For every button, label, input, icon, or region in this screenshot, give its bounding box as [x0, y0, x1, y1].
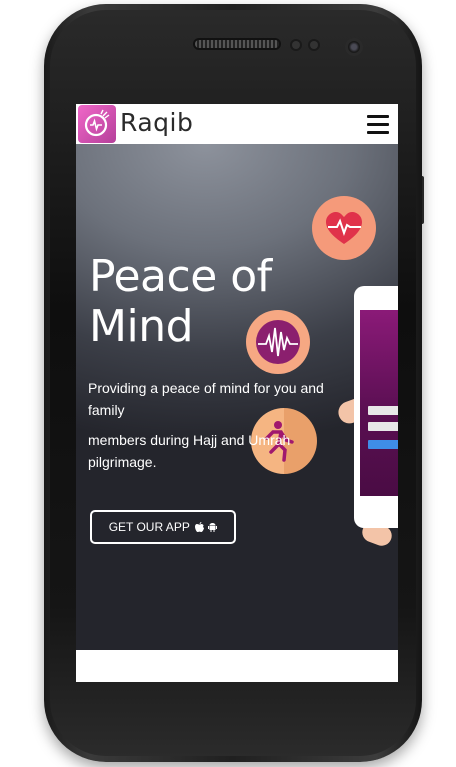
brand-name[interactable]: Raqib — [120, 108, 193, 137]
phone-sensor — [292, 41, 300, 49]
phone-speaker — [195, 40, 279, 48]
heart-pulse-icon — [312, 196, 376, 260]
mockup-input — [368, 422, 398, 431]
page-footer-strip — [76, 650, 398, 682]
brand-logo-icon[interactable] — [78, 105, 116, 143]
hero-title-line: Peace of — [89, 251, 272, 302]
hamburger-menu-icon[interactable] — [367, 113, 389, 135]
hero-title: Peace of Mind — [89, 252, 349, 352]
hero-section: Peace of Mind Providing a peace of mind … — [76, 144, 398, 650]
app-screen: Raqib Peace of Mind Providing a peace of… — [76, 104, 398, 682]
get-our-app-button[interactable]: GET OUR APP — [90, 510, 236, 544]
apple-icon — [194, 522, 204, 532]
cta-label: GET OUR APP — [108, 520, 190, 534]
hero-paragraph: Providing a peace of mind for you and fa… — [88, 377, 368, 421]
hero-paragraph-line: pilgrimage. — [88, 454, 157, 470]
hero-title-line: Mind — [89, 301, 194, 352]
mockup-input — [368, 406, 398, 415]
hero-paragraph-line: family — [88, 402, 125, 418]
mockup-button — [368, 440, 398, 449]
phone-sensor — [310, 41, 318, 49]
hero-paragraph-line: Providing a peace of mind for you and — [88, 380, 324, 396]
phone-camera — [348, 41, 360, 53]
android-icon — [208, 523, 218, 532]
navbar: Raqib — [76, 104, 398, 144]
hero-paragraph-line: members during Hajj and Umrah — [88, 432, 291, 448]
hero-paragraph: members during Hajj and Umrah pilgrimage… — [88, 429, 368, 473]
